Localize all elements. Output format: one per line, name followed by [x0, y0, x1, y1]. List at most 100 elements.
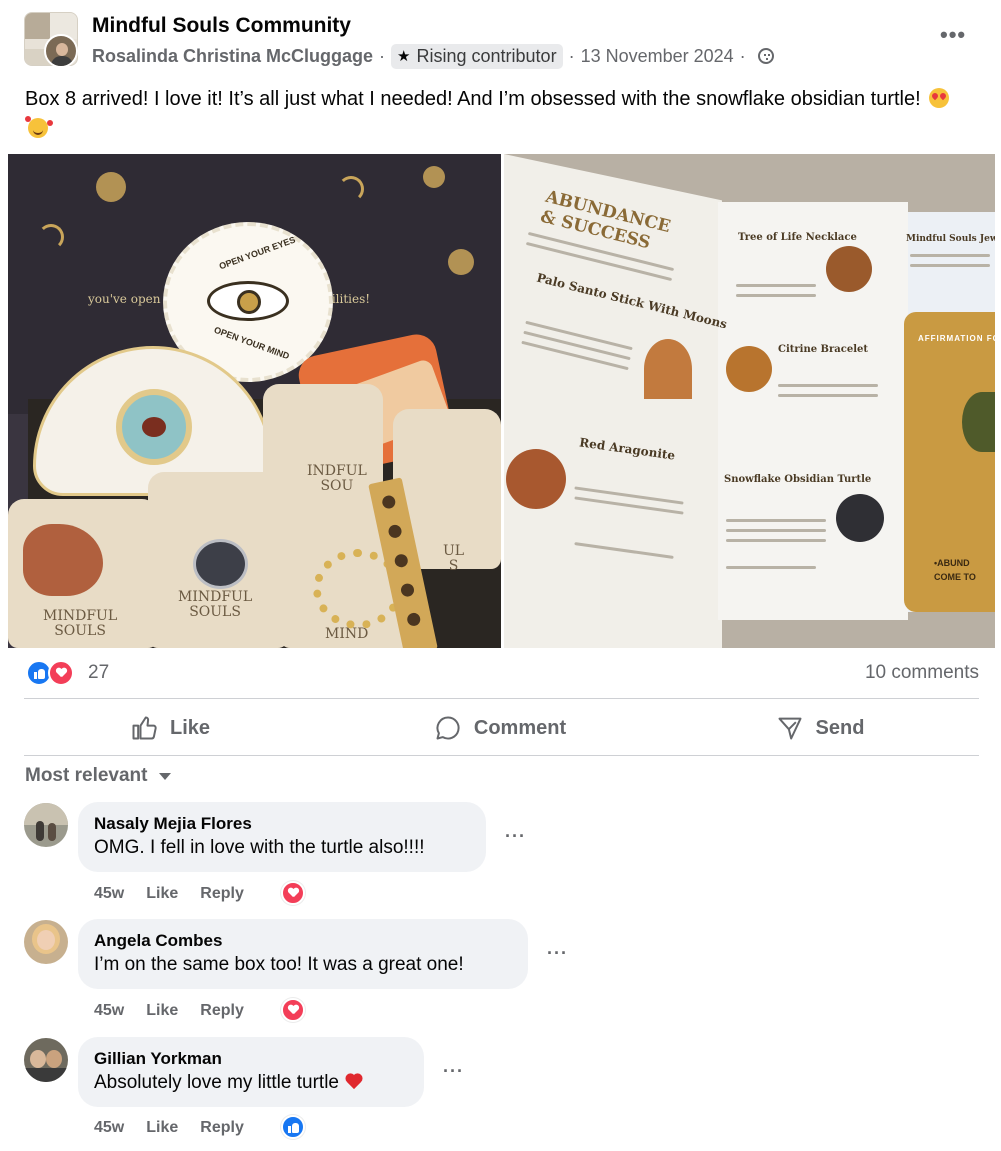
thumb-glyph [33, 668, 45, 679]
comment-more-icon[interactable]: ··· [443, 1061, 464, 1082]
badge-label: Rising contributor [416, 45, 557, 66]
heart-glyph [288, 1005, 299, 1015]
thumb-glyph [287, 1122, 299, 1133]
author-name[interactable]: Rosalinda Christina McCluggage [92, 46, 373, 67]
brochure-heading: Tree of Life Necklace [738, 232, 857, 243]
brochure-heading: Citrine Bracelet [778, 344, 868, 355]
eye-iris [237, 290, 261, 314]
comment-more-icon[interactable]: ··· [505, 826, 526, 847]
avatar-face [46, 1050, 62, 1068]
affirmation-card-title: AFFIRMATION FOR C [918, 334, 995, 343]
commenter-name[interactable]: Angela Combes [94, 930, 512, 952]
like-button[interactable]: Like [60, 706, 280, 750]
commenter-avatar[interactable] [24, 1038, 68, 1082]
comment-bubble: Nasaly Mejia Flores OMG. I fell in love … [78, 802, 486, 872]
commenter-avatar[interactable] [24, 920, 68, 964]
product-image-bracelet [726, 346, 772, 392]
comment-text-body: Absolutely love my little turtle [94, 1072, 339, 1093]
text-line [910, 254, 990, 257]
star-icon: ★ [397, 48, 411, 65]
like-button-label: Like [169, 716, 211, 739]
comment-more-icon[interactable]: ··· [547, 943, 568, 964]
comment-reply-link[interactable]: Reply [200, 1002, 244, 1020]
comment-sort-dropdown[interactable]: Most relevant [25, 765, 172, 787]
comment-like-link[interactable]: Like [146, 885, 178, 903]
pouch-label: MINDFUL SOULS [178, 589, 253, 620]
moon-decoration [338, 176, 364, 202]
reaction-summary[interactable] [26, 660, 78, 686]
avatar-face [37, 930, 55, 950]
like-reaction-icon[interactable] [281, 1115, 305, 1139]
contributor-badge[interactable]: ★ Rising contributor [391, 43, 563, 69]
reaction-count[interactable]: 27 [88, 662, 109, 684]
eye-card-text: OPEN YOUR EYES [217, 234, 297, 272]
post-body: Box 8 arrived! I love it! It’s all just … [25, 88, 921, 110]
eye-illustration [207, 281, 289, 321]
comment-time[interactable]: 45w [94, 1119, 124, 1137]
moon-phase [381, 494, 397, 510]
caret-down-icon [159, 772, 172, 780]
love-reaction-icon [48, 660, 74, 686]
audience-icon[interactable] [757, 48, 774, 64]
post-card: Mindful Souls Community Rosalinda Christ… [0, 0, 1001, 1151]
author-avatar[interactable] [44, 34, 78, 68]
divider [24, 755, 979, 756]
post-photo-box-contents[interactable]: you've open ssibilities! OPEN YOUR EYES … [8, 154, 501, 648]
brochure-heading: Mindful Souls Jewel [906, 234, 995, 244]
box-lid-text: you've open [88, 292, 161, 306]
text-line [736, 284, 816, 287]
olive-illustration [962, 392, 995, 452]
love-reaction-icon[interactable] [281, 998, 305, 1022]
affirmation-card-text: COME TO [934, 572, 976, 582]
group-avatar-tile [25, 13, 51, 39]
commenter-name[interactable]: Nasaly Mejia Flores [94, 813, 470, 835]
comment-reply-link[interactable]: Reply [200, 1119, 244, 1137]
smiling-face-with-hearts-emoji-icon [25, 116, 48, 138]
heart-glyph [288, 888, 299, 898]
text-line [778, 394, 878, 397]
moon-phase [393, 553, 409, 569]
comment-actions: 45w Like Reply [94, 1119, 266, 1137]
send-button-label: Send [815, 716, 865, 739]
brochure-panel-middle [718, 202, 908, 620]
text-line [726, 519, 826, 522]
comment-actions: 45w Like Reply [94, 1002, 266, 1020]
text-line [726, 566, 816, 569]
comment-text: OMG. I fell in love with the turtle also… [94, 837, 425, 858]
comment-time[interactable]: 45w [94, 1002, 124, 1020]
divider [24, 698, 979, 699]
avatar-face [56, 43, 68, 56]
pouch-label: UL S [443, 543, 465, 574]
avatar-body [24, 1068, 68, 1082]
commenter-name[interactable]: Gillian Yorkman [94, 1048, 408, 1070]
moon-phase [406, 611, 422, 628]
sort-label: Most relevant [25, 765, 148, 786]
text-line [726, 539, 826, 542]
send-button[interactable]: Send [710, 706, 930, 750]
avatar-person [48, 823, 56, 841]
comment-button-label: Comment [473, 716, 567, 739]
send-icon [778, 717, 802, 740]
comment-button[interactable]: Comment [390, 706, 610, 750]
avatar-sky [24, 803, 68, 825]
comment-text: Absolutely love my little turtle [94, 1070, 408, 1096]
comment-like-link[interactable]: Like [146, 1002, 178, 1020]
post-photo-brochure[interactable]: ABUNDANCE & SUCCESS Palo Santo Stick Wit… [504, 154, 995, 648]
sun-decoration [96, 172, 126, 202]
love-reaction-icon[interactable] [281, 881, 305, 905]
moon-phase [399, 582, 416, 598]
commenter-avatar[interactable] [24, 803, 68, 847]
post-more-options-icon[interactable]: ••• [940, 22, 966, 48]
comment-time[interactable]: 45w [94, 885, 124, 903]
product-image-turtle [836, 494, 884, 542]
group-name[interactable]: Mindful Souls Community [92, 14, 351, 38]
affirmation-card: AFFIRMATION FOR C •ABUND COME TO [904, 312, 995, 612]
post-date[interactable]: 13 November 2024 [581, 46, 734, 67]
comments-count[interactable]: 10 comments [865, 662, 979, 684]
red-heart-emoji-icon [345, 1074, 363, 1090]
comment-bubble: Gillian Yorkman Absolutely love my littl… [78, 1037, 424, 1107]
product-image-palo [644, 339, 692, 399]
comment-like-link[interactable]: Like [146, 1119, 178, 1137]
text-line [910, 264, 990, 267]
comment-reply-link[interactable]: Reply [200, 885, 244, 903]
